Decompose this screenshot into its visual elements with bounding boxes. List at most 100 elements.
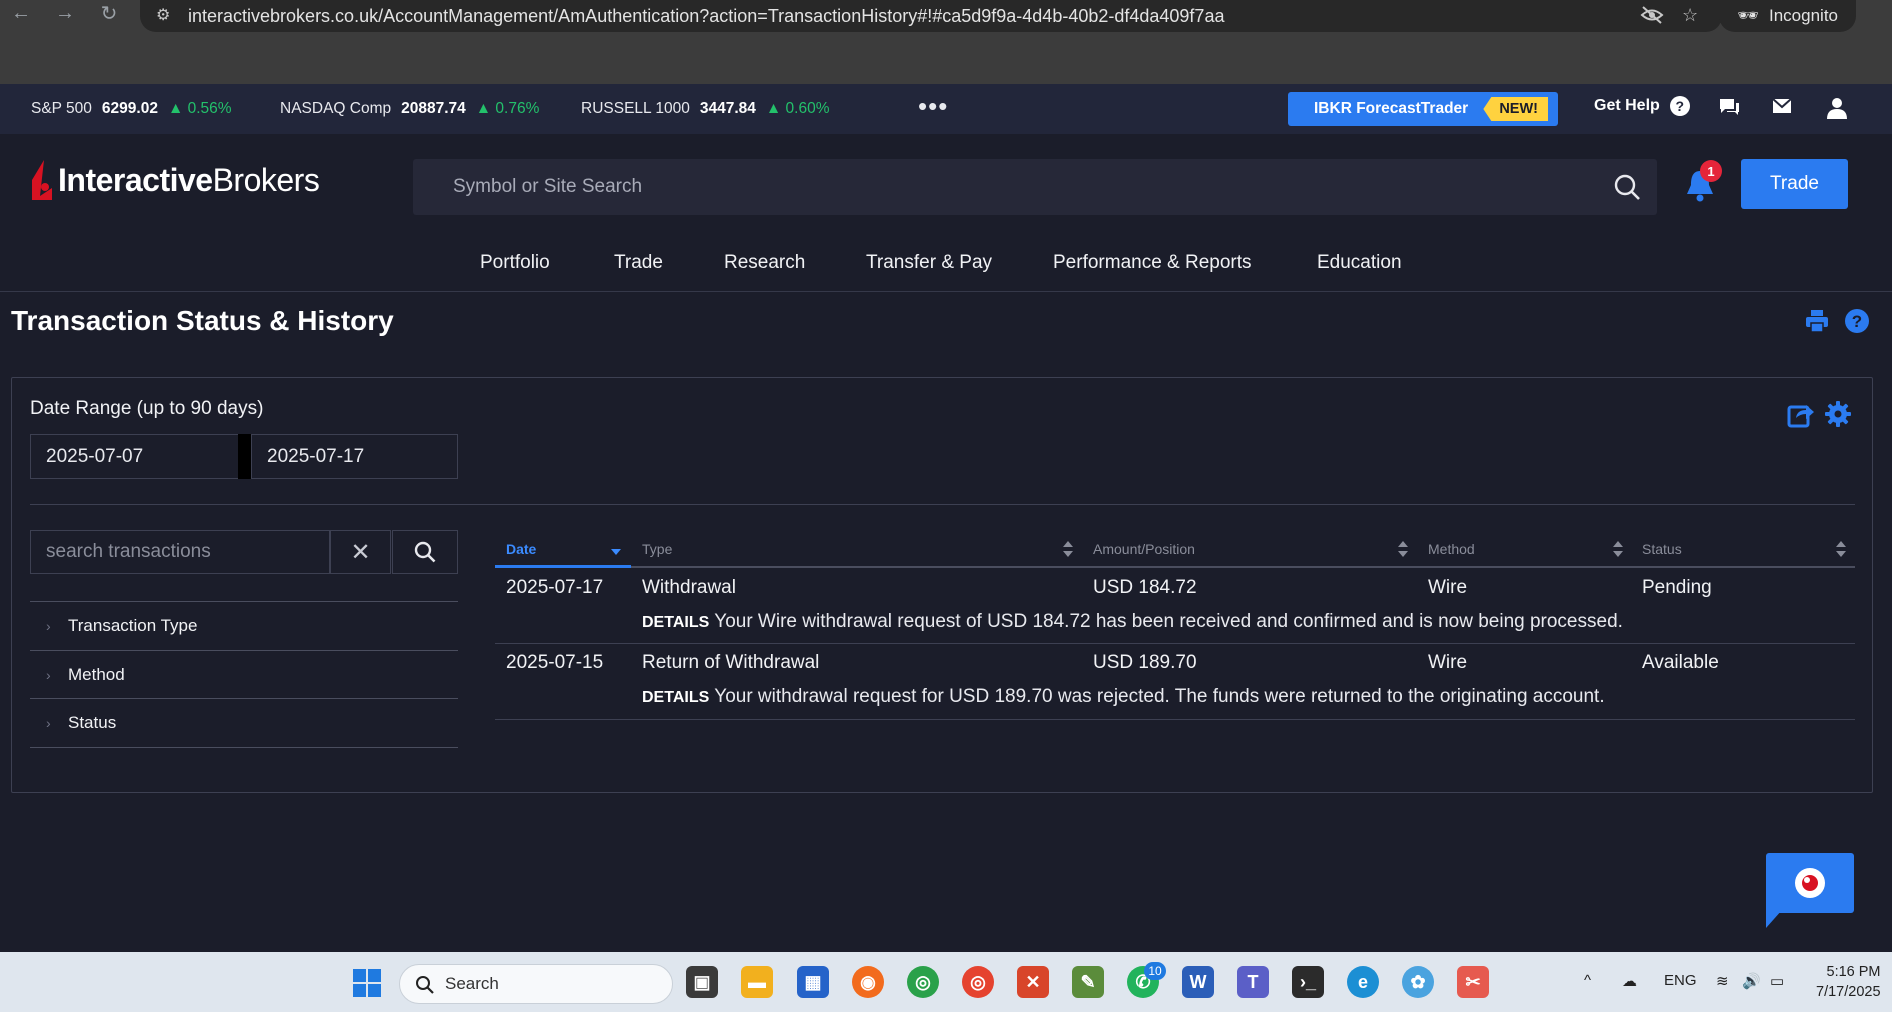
battery-icon[interactable]: ▭ xyxy=(1770,972,1784,990)
search-icon[interactable] xyxy=(1613,173,1641,201)
search-transactions-button[interactable] xyxy=(392,530,458,574)
filter-status[interactable]: › Status xyxy=(30,698,458,746)
export-icon[interactable] xyxy=(1787,400,1815,428)
volume-icon[interactable]: 🔊 xyxy=(1742,972,1761,990)
paint-icon[interactable]: ✿ xyxy=(1402,966,1434,998)
nav-transfer-pay[interactable]: Transfer & Pay xyxy=(866,252,992,274)
table-row[interactable]: 2025-07-17 Withdrawal USD 184.72 Wire Pe… xyxy=(495,568,1855,644)
sort-icon[interactable] xyxy=(1612,540,1624,558)
interactivebrokers-logo[interactable]: Interactive Brokers xyxy=(30,160,320,200)
site-info-icon[interactable]: ⚙ xyxy=(156,5,170,25)
address-bar[interactable]: ⚙ interactivebrokers.co.uk/AccountManage… xyxy=(140,0,1722,32)
date-to-input[interactable]: 2025-07-17 xyxy=(251,434,458,479)
notepad-icon[interactable]: ✎ xyxy=(1072,966,1104,998)
column-label: Amount/Position xyxy=(1093,541,1195,557)
taskbar-search-label: Search xyxy=(445,974,499,993)
column-header-amount[interactable]: Amount/Position xyxy=(1093,530,1195,568)
column-header-status[interactable]: Status xyxy=(1642,530,1682,568)
file-explorer-icon[interactable]: ▬ xyxy=(741,966,773,998)
mail-icon[interactable] xyxy=(1772,97,1792,120)
date-range-label: Date Range (up to 90 days) xyxy=(30,398,264,419)
date-from-input[interactable]: 2025-07-07 xyxy=(30,434,239,479)
site-search-input[interactable]: Symbol or Site Search xyxy=(413,159,1657,215)
gear-icon[interactable] xyxy=(1824,400,1852,428)
nav-performance-reports[interactable]: Performance & Reports xyxy=(1053,252,1252,274)
get-help-link[interactable]: Get Help ? xyxy=(1594,96,1690,116)
clear-search-button[interactable]: ✕ xyxy=(330,530,391,574)
help-icon[interactable]: ? xyxy=(1844,308,1870,334)
cell-amount: USD 184.72 xyxy=(1093,577,1197,598)
details-text: Your Wire withdrawal request of USD 184.… xyxy=(714,611,1623,632)
search-icon xyxy=(414,541,436,563)
word-icon[interactable]: W xyxy=(1182,966,1214,998)
microsoft-store-icon[interactable]: ▦ xyxy=(797,966,829,998)
nav-trade[interactable]: Trade xyxy=(614,252,663,274)
column-header-date[interactable]: Date xyxy=(506,530,536,568)
cell-date: 2025-07-17 xyxy=(506,577,604,598)
ticker-item[interactable]: RUSSELL 1000 3447.84 ▲ 0.60% xyxy=(581,84,830,134)
table-row[interactable]: 2025-07-15 Return of Withdrawal USD 189.… xyxy=(495,644,1855,720)
ticker-name: S&P 500 xyxy=(31,100,92,117)
chrome-profile-icon[interactable]: ◎ xyxy=(907,966,939,998)
sort-icon[interactable] xyxy=(1062,540,1074,558)
trade-button[interactable]: Trade xyxy=(1741,159,1848,209)
column-label: Method xyxy=(1428,541,1475,557)
ticker-value: 3447.84 xyxy=(699,100,756,117)
svg-text:?: ? xyxy=(1852,312,1862,331)
bookmark-star-icon[interactable]: ☆ xyxy=(1682,0,1698,30)
nav-research[interactable]: Research xyxy=(724,252,805,274)
date-range-separator xyxy=(238,434,251,479)
system-clock[interactable]: 5:16 PM 7/17/2025 xyxy=(1816,962,1881,1002)
chevron-right-icon: › xyxy=(46,618,51,634)
filter-method[interactable]: › Method xyxy=(30,650,458,698)
snipping-tool-icon[interactable]: ✂ xyxy=(1457,966,1489,998)
nav-portfolio[interactable]: Portfolio xyxy=(480,252,550,274)
incognito-icon: 🕶 xyxy=(1737,6,1759,25)
reload-icon[interactable]: ↻ xyxy=(94,0,124,26)
row-details: DETAILS Your withdrawal request for USD 1… xyxy=(642,686,1605,708)
windows-start-icon[interactable] xyxy=(352,968,382,998)
wifi-icon[interactable]: ≋ xyxy=(1716,972,1729,990)
chevron-up-icon[interactable]: ^ xyxy=(1584,972,1591,989)
filter-label: Method xyxy=(68,664,125,684)
ticker-item[interactable]: S&P 500 6299.02 ▲ 0.56% xyxy=(31,84,232,134)
forward-icon[interactable]: → xyxy=(50,0,80,26)
ticker-item[interactable]: NASDAQ Comp 20887.74 ▲ 0.76% xyxy=(280,84,539,134)
whatsapp-badge: 10 xyxy=(1144,962,1166,980)
more-icon[interactable]: ••• xyxy=(918,93,948,119)
user-icon[interactable] xyxy=(1826,97,1848,125)
column-label: Date xyxy=(506,541,537,557)
nav-education[interactable]: Education xyxy=(1317,252,1402,274)
taskbar-search[interactable]: Search xyxy=(399,964,673,1004)
ticker-name: NASDAQ Comp xyxy=(280,100,392,117)
language-indicator[interactable]: ENG xyxy=(1664,972,1697,989)
url-text: interactivebrokers.co.uk/AccountManageme… xyxy=(188,5,1225,26)
chat-widget-button[interactable] xyxy=(1766,853,1854,913)
edge-icon[interactable]: e xyxy=(1347,966,1379,998)
eye-off-icon[interactable] xyxy=(1640,0,1664,30)
sort-icon[interactable] xyxy=(1835,540,1847,558)
forecasttrader-button[interactable]: IBKR ForecastTrader NEW! xyxy=(1288,92,1558,126)
chrome-icon[interactable]: ◎ xyxy=(962,966,994,998)
remote-desktop-icon[interactable]: ✕ xyxy=(1017,966,1049,998)
teams-icon[interactable]: T xyxy=(1237,966,1269,998)
incognito-indicator[interactable]: 🕶 Incognito xyxy=(1719,0,1856,32)
back-icon[interactable]: ← xyxy=(6,0,36,26)
cell-type: Withdrawal xyxy=(642,577,736,598)
sort-icon[interactable] xyxy=(1397,540,1409,558)
column-header-method[interactable]: Method xyxy=(1428,530,1475,568)
cell-type: Return of Withdrawal xyxy=(642,652,820,673)
print-icon[interactable] xyxy=(1804,308,1830,334)
task-view-icon[interactable]: ▣ xyxy=(686,966,718,998)
filter-transaction-type[interactable]: › Transaction Type xyxy=(30,601,458,649)
firefox-icon[interactable]: ◉ xyxy=(852,966,884,998)
chat-support-icon[interactable] xyxy=(1718,97,1740,123)
sort-desc-icon[interactable] xyxy=(610,542,622,560)
clock-time: 5:16 PM xyxy=(1826,964,1881,980)
terminal-icon[interactable]: ›_ xyxy=(1292,966,1324,998)
cloud-icon[interactable]: ☁ xyxy=(1622,972,1637,990)
date-from-value: 2025-07-07 xyxy=(46,445,144,467)
chevron-right-icon: › xyxy=(46,715,51,731)
transaction-search-input[interactable]: search transactions xyxy=(30,530,330,574)
column-header-type[interactable]: Type xyxy=(642,530,672,568)
